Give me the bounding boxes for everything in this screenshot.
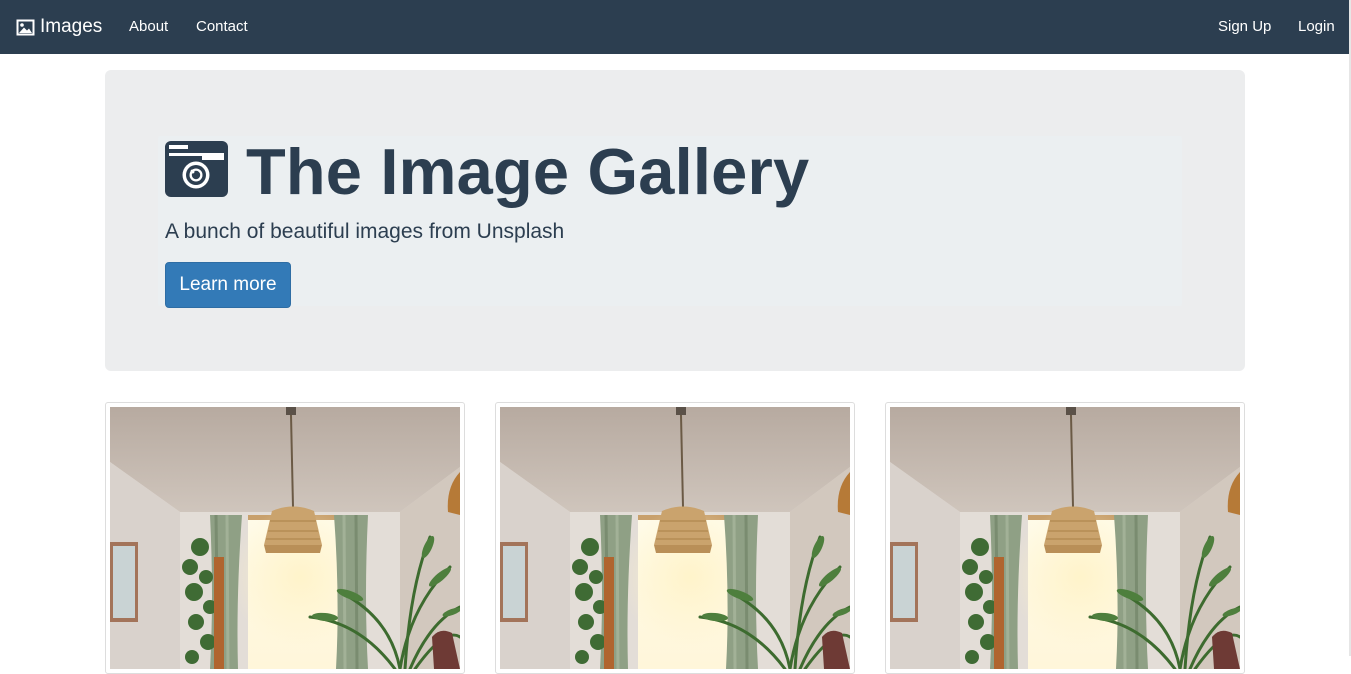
jumbotron: The Image Gallery A bunch of beautiful i… bbox=[105, 70, 1245, 371]
gallery-image[interactable] bbox=[500, 407, 850, 669]
gallery-card[interactable] bbox=[885, 402, 1245, 674]
gallery-card[interactable] bbox=[105, 402, 465, 674]
nav-link-login[interactable]: Login bbox=[1298, 0, 1335, 54]
gallery-image[interactable] bbox=[110, 407, 460, 669]
page-title: The Image Gallery bbox=[246, 134, 810, 208]
gallery-image[interactable] bbox=[890, 407, 1240, 669]
nav-link-contact[interactable]: Contact bbox=[196, 0, 248, 54]
gallery-card[interactable] bbox=[495, 402, 855, 674]
learn-more-button[interactable]: Learn more bbox=[165, 262, 291, 308]
nav-link-about[interactable]: About bbox=[129, 0, 168, 54]
brand-link[interactable]: Images bbox=[16, 0, 102, 54]
camera-icon bbox=[165, 140, 228, 202]
nav-link-sign-up[interactable]: Sign Up bbox=[1218, 0, 1271, 54]
page-subtitle: A bunch of beautiful images from Unsplas… bbox=[165, 220, 565, 243]
jumbotron-heading: The Image Gallery bbox=[165, 134, 810, 208]
image-icon bbox=[16, 19, 35, 36]
top-navbar: Images About Contact Sign Up Login bbox=[0, 0, 1349, 54]
brand-label: Images bbox=[40, 16, 103, 37]
